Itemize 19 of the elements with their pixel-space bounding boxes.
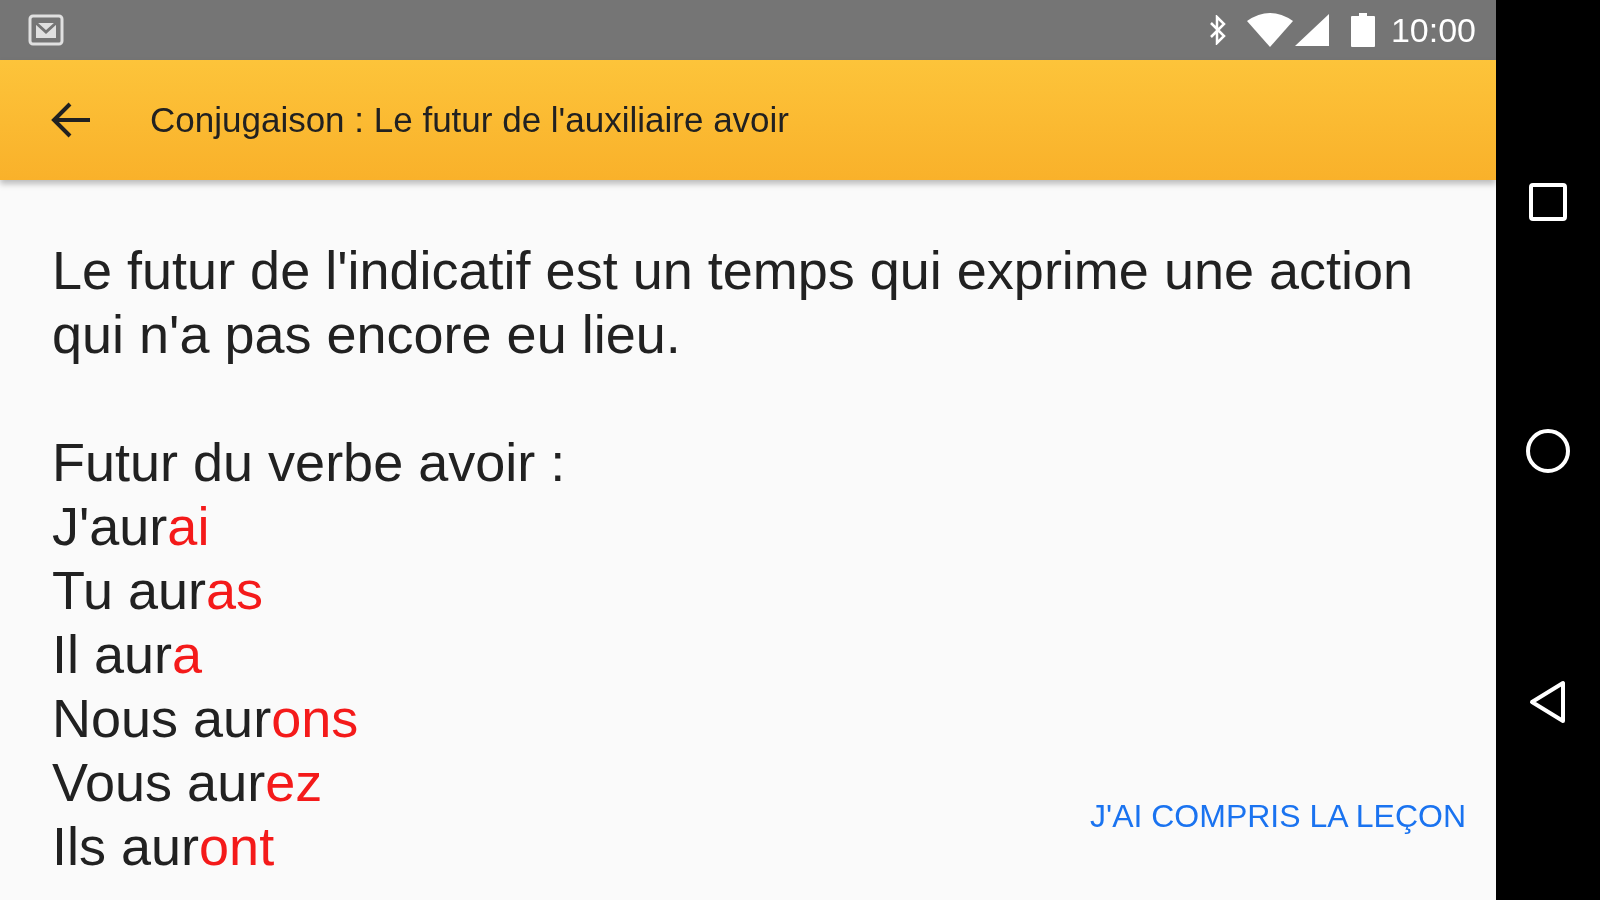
conjugation-line: J'aurai xyxy=(52,495,210,558)
conjugation-line: Ils auront xyxy=(52,815,275,878)
screen-title: Conjugaison : Le futur de l'auxiliaire avoir xyxy=(150,98,789,141)
battery-icon xyxy=(1350,13,1375,47)
lesson-heading: Futur du verbe avoir : xyxy=(52,431,566,494)
conjugation-line: Nous aurons xyxy=(52,687,359,750)
wifi-icon xyxy=(1246,13,1293,47)
conjugation-line: Vous aurez xyxy=(52,751,323,814)
lesson-intro: Le futur de l'indicatif est un temps qui exprime une action qui n'a pas encore eu lieu. xyxy=(52,239,1415,366)
circle-icon xyxy=(1526,429,1570,473)
back-arrow-icon xyxy=(50,102,92,138)
signal-icon xyxy=(1294,14,1329,46)
conjugation-line: Il aura xyxy=(52,623,203,686)
square-icon xyxy=(1529,183,1567,221)
envelope-icon xyxy=(28,14,64,46)
conjugation-line: Tu auras xyxy=(52,559,264,622)
clock-time: 10:00 xyxy=(1390,13,1476,47)
triangle-icon xyxy=(1529,680,1567,724)
understood-button[interactable]: J'AI COMPRIS LA LEÇON xyxy=(1086,792,1470,840)
